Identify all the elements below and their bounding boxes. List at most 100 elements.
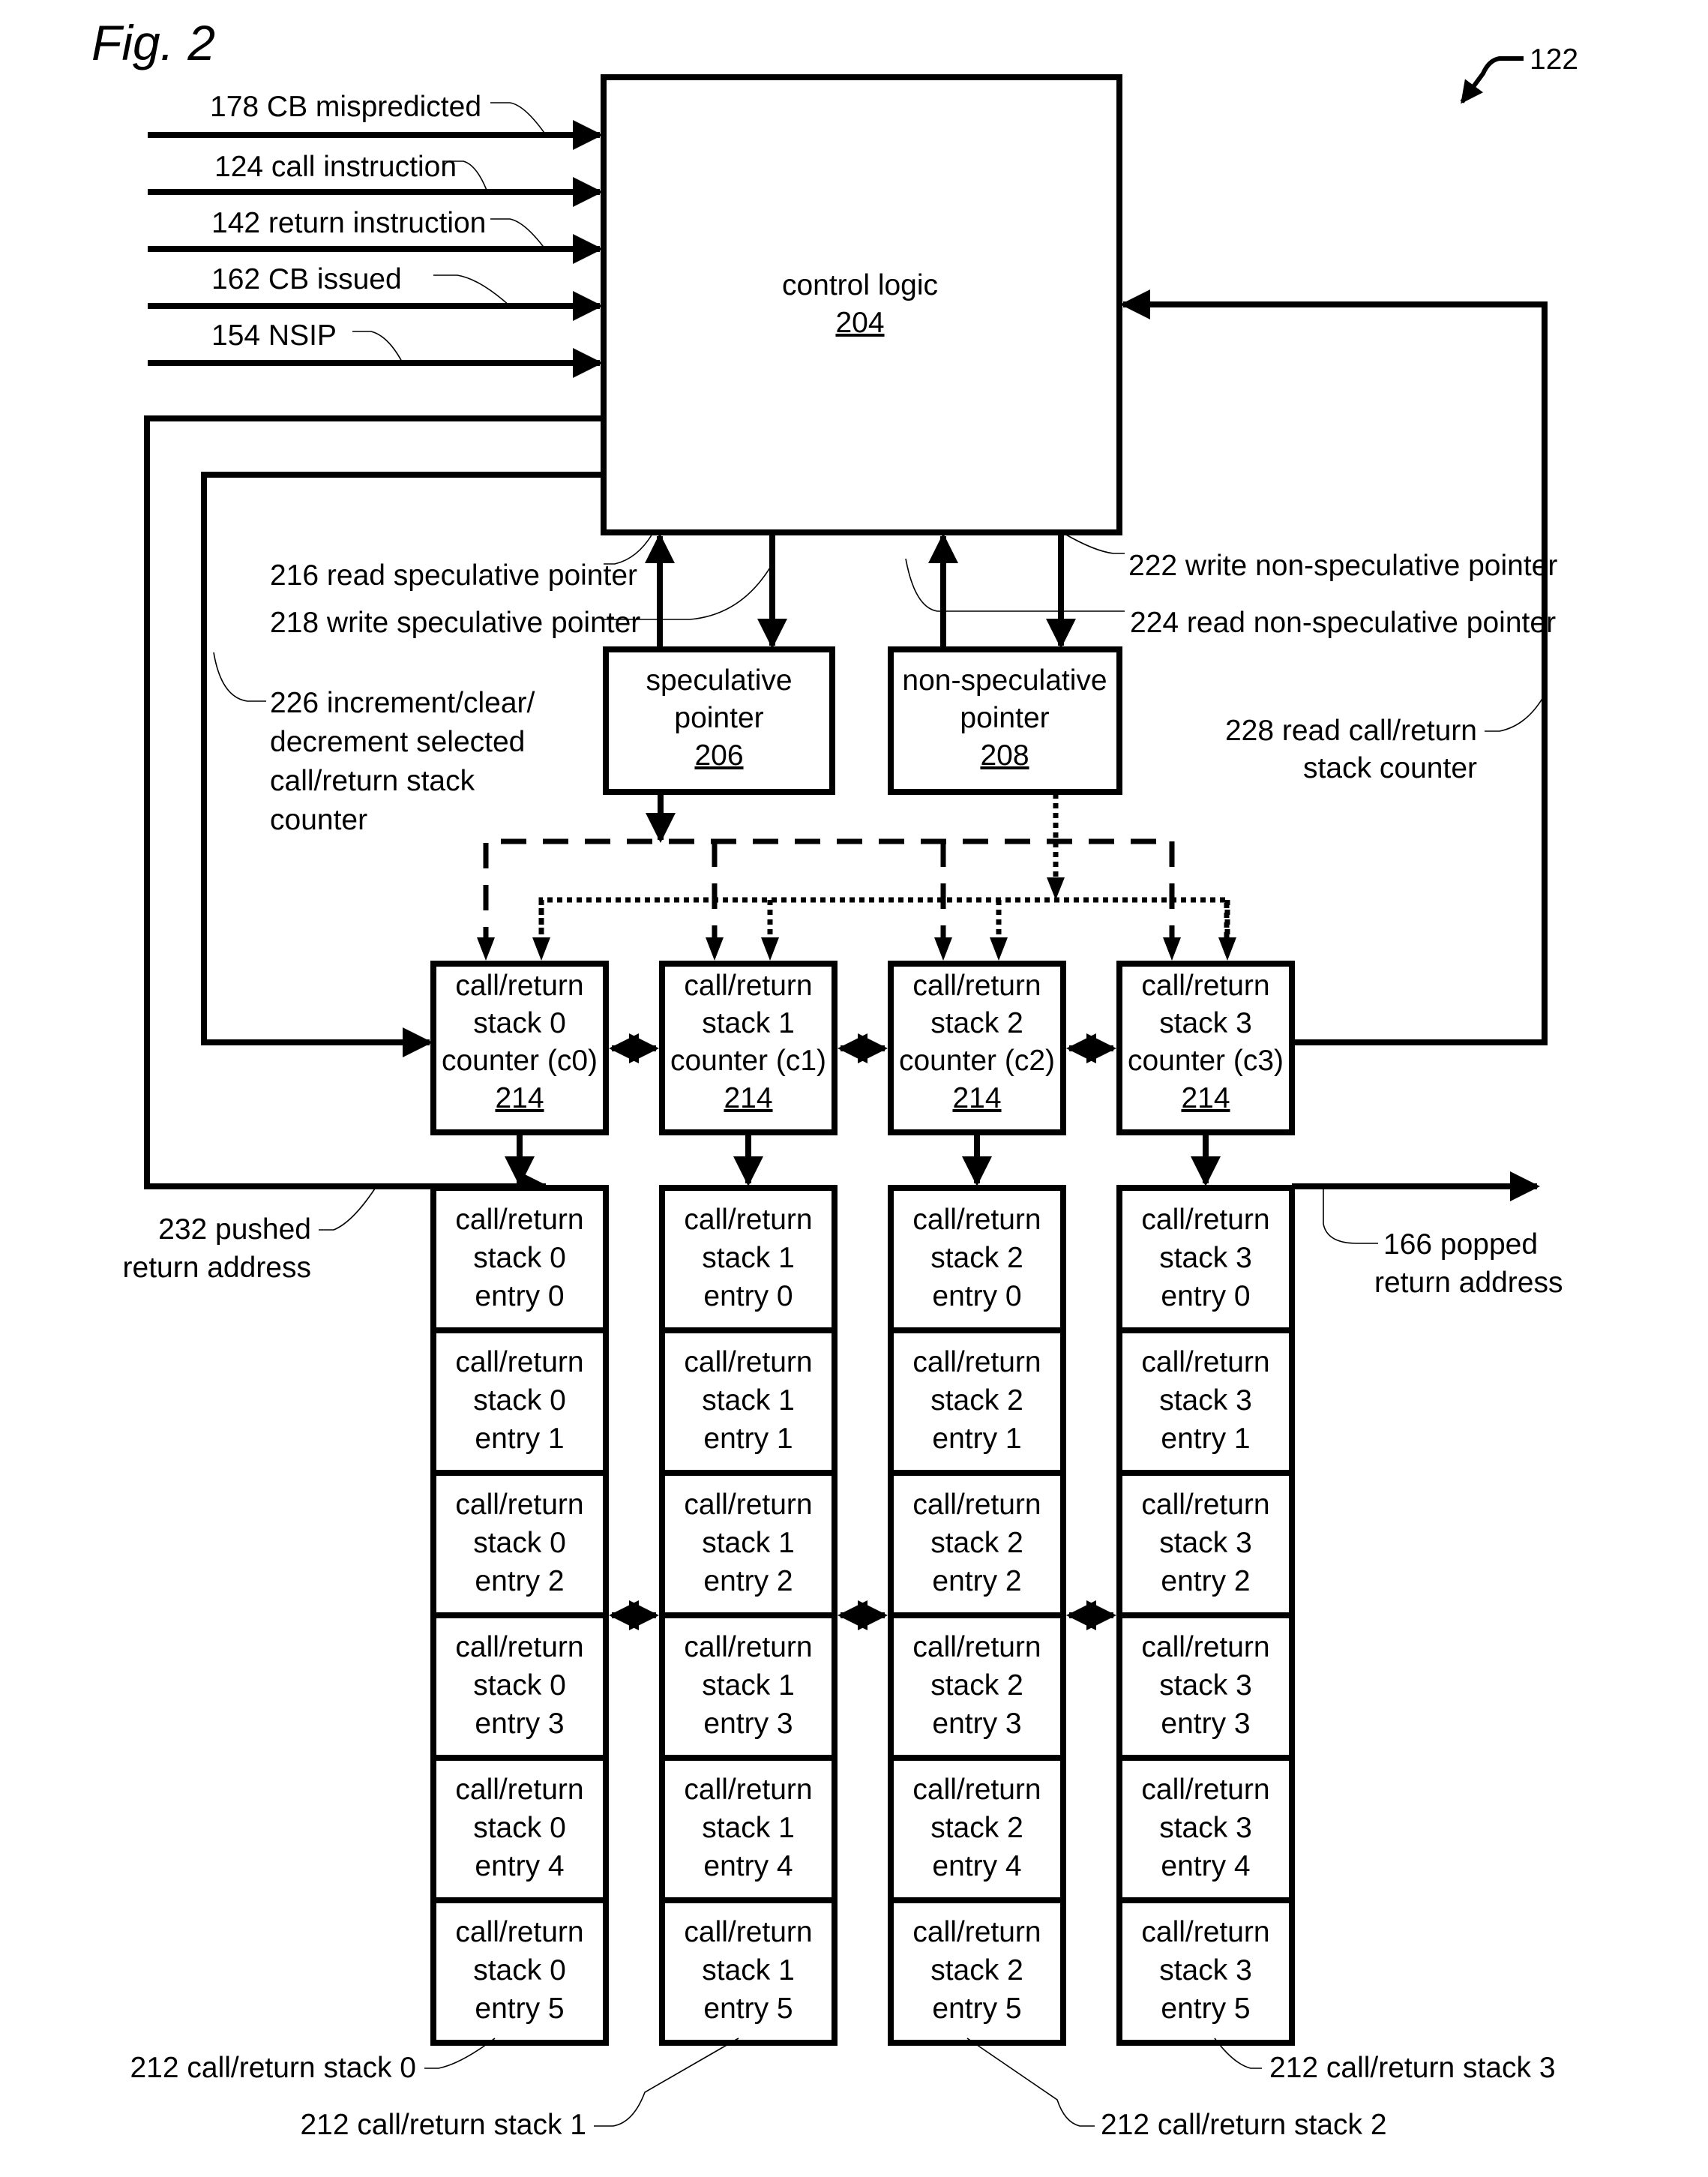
stack-entry-label: stack 3 xyxy=(1159,1954,1252,1987)
input-label: 124 call instruction xyxy=(214,151,457,183)
stack-entry-label: entry 5 xyxy=(475,1993,564,2025)
stack-entry-label: stack 2 xyxy=(930,1242,1023,1274)
stack-entry-label: stack 1 xyxy=(702,1812,795,1844)
stack-entry-label: call/return xyxy=(1141,1916,1269,1948)
stack-entry-label: call/return xyxy=(1141,1489,1269,1521)
block-diagram: Fig. 2 122 control logic 204 178 CB misp… xyxy=(91,15,1578,2141)
counter-box-2: call/return stack 2 counter (c2) 214 xyxy=(888,961,1116,1186)
stack-entry-label: entry 3 xyxy=(932,1708,1021,1740)
stack-entry: call/return stack 3 entry 1 xyxy=(1116,1327,1295,1476)
stack-entry-label: stack 3 xyxy=(1159,1384,1252,1417)
stack-entry-label: call/return xyxy=(912,1631,1041,1663)
stack-entry-label: call/return xyxy=(455,1489,583,1521)
stack-entry-label: stack 1 xyxy=(702,1384,795,1417)
speculative-drop-arrow-icon xyxy=(477,937,495,961)
stack-entry: call/return stack 0 entry 2 xyxy=(430,1470,609,1618)
stack-entry-label: stack 0 xyxy=(473,1242,566,1274)
counter-box-0: call/return stack 0 counter (c0) 214 xyxy=(430,961,659,1186)
stack-entry-label: call/return xyxy=(455,1204,583,1236)
stack-label: 212 call/return stack 2 xyxy=(1101,2109,1387,2141)
stack-label: 212 call/return stack 1 xyxy=(300,2109,586,2141)
counter-ref: 214 xyxy=(724,1082,772,1114)
counter-label: call/return xyxy=(455,970,583,1002)
figure-ref-number: 122 xyxy=(1530,43,1578,76)
stack-entry-label: call/return xyxy=(1141,1346,1269,1378)
speculative-drop-arrow-icon xyxy=(934,937,952,961)
stack-entry: call/return stack 3 entry 0 xyxy=(1116,1185,1295,1333)
signal-label-line: stack counter xyxy=(1303,752,1477,784)
counter-ref: 214 xyxy=(952,1082,1001,1114)
input-label: 178 CB mispredicted xyxy=(210,91,481,123)
stack-label: 212 call/return stack 3 xyxy=(1269,2052,1556,2084)
stack-entry-label: call/return xyxy=(912,1774,1041,1806)
stack-entry-label: stack 2 xyxy=(930,1384,1023,1417)
stack-entry-label: call/return xyxy=(684,1489,812,1521)
input-signals: 178 CB mispredicted 124 call instruction… xyxy=(148,91,603,378)
counter-label: call/return xyxy=(1141,970,1269,1002)
speculative-drop-arrow-icon xyxy=(706,937,724,961)
stack-entry-label: entry 2 xyxy=(703,1565,793,1597)
signal-label-line: 226 increment/clear/ xyxy=(270,687,535,719)
stack-entry-label: entry 5 xyxy=(932,1993,1021,2025)
stack-entry-label: entry 0 xyxy=(1161,1280,1250,1312)
stack-entry-label: call/return xyxy=(1141,1204,1269,1236)
stack-entry-label: entry 3 xyxy=(1161,1708,1250,1740)
stack-entry-label: call/return xyxy=(684,1346,812,1378)
stack-entry-label: call/return xyxy=(912,1489,1041,1521)
non-speculative-pointer-label: pointer xyxy=(960,702,1049,734)
signal-label-line: return address xyxy=(1374,1267,1563,1299)
stack-entry-label: entry 1 xyxy=(475,1423,564,1455)
stack-entry-label: entry 4 xyxy=(475,1850,564,1882)
stack-entry-label: call/return xyxy=(912,1916,1041,1948)
stack-entry-label: call/return xyxy=(684,1916,812,1948)
stack-entry: call/return stack 3 entry 2 xyxy=(1116,1470,1295,1618)
signal-label-line: decrement selected xyxy=(270,726,525,758)
stack-entry: call/return stack 2 entry 1 xyxy=(888,1327,1066,1476)
figure-title: Fig. 2 xyxy=(91,15,215,70)
control-logic-ref: 204 xyxy=(835,307,884,339)
stack-entry: call/return stack 0 entry 4 xyxy=(430,1755,609,1903)
counter-box-1: call/return stack 1 counter (c1) 214 xyxy=(659,961,888,1186)
signal-label-218: 218 write speculative pointer xyxy=(270,607,640,639)
stack-entry-label: call/return xyxy=(455,1774,583,1806)
stack-entry-label: stack 0 xyxy=(473,1954,566,1987)
counter-label: counter (c1) xyxy=(670,1045,826,1077)
stack-entry: call/return stack 0 entry 1 xyxy=(430,1327,609,1476)
speculative-drop-arrow-icon xyxy=(1163,937,1181,961)
popped-return-address-label: 166 popped return address xyxy=(1374,1228,1563,1299)
counter-label: counter (c3) xyxy=(1128,1045,1284,1077)
read-counter-line xyxy=(1120,289,1548,1045)
signal-label-228: 228 read call/return stack counter xyxy=(1225,715,1477,784)
non-speculative-drop-arrow-icon xyxy=(761,937,779,961)
signal-label-line: counter xyxy=(270,804,367,836)
call-return-stack-2: call/return stack 2 entry 0 call/return stac… xyxy=(888,1185,1116,2046)
signal-label-224: 224 read non-speculative pointer xyxy=(1130,607,1556,639)
non-speculative-drop-arrow-icon xyxy=(990,937,1008,961)
stack-entry-label: entry 5 xyxy=(703,1993,793,2025)
stack-entry: call/return stack 3 entry 3 xyxy=(1116,1612,1295,1761)
speculative-pointer-label: speculative xyxy=(646,664,792,697)
stack-entry-label: call/return xyxy=(684,1204,812,1236)
signal-label-line: 166 popped xyxy=(1383,1228,1538,1261)
stack-entry-label: call/return xyxy=(912,1346,1041,1378)
stack-entry-label: entry 2 xyxy=(475,1565,564,1597)
stack-entry-label: entry 4 xyxy=(932,1850,1021,1882)
stack-entry-label: call/return xyxy=(455,1916,583,1948)
control-logic-label: control logic xyxy=(782,269,938,301)
input-label: 142 return instruction xyxy=(211,207,486,239)
stack-entry-label: entry 4 xyxy=(1161,1850,1250,1882)
stack-entry-label: stack 2 xyxy=(930,1527,1023,1559)
stack-entry: call/return stack 0 entry 3 xyxy=(430,1612,609,1761)
stack-entry: call/return stack 1 entry 1 xyxy=(659,1327,838,1476)
stack-entry: call/return stack 0 entry 5 xyxy=(430,1897,609,2046)
stack-entry-label: stack 1 xyxy=(702,1669,795,1702)
stack-entry: call/return stack 1 entry 0 xyxy=(659,1185,838,1333)
signal-label-line: call/return stack xyxy=(270,765,475,797)
non-speculative-pointer-bus xyxy=(538,897,1230,952)
input-label: 162 CB issued xyxy=(211,263,402,295)
stack-entry-label: call/return xyxy=(1141,1774,1269,1806)
stack-entry-label: stack 1 xyxy=(702,1242,795,1274)
counter-label: stack 3 xyxy=(1159,1007,1252,1039)
counter-ref: 214 xyxy=(1181,1082,1230,1114)
stack-entry-label: entry 1 xyxy=(932,1423,1021,1455)
